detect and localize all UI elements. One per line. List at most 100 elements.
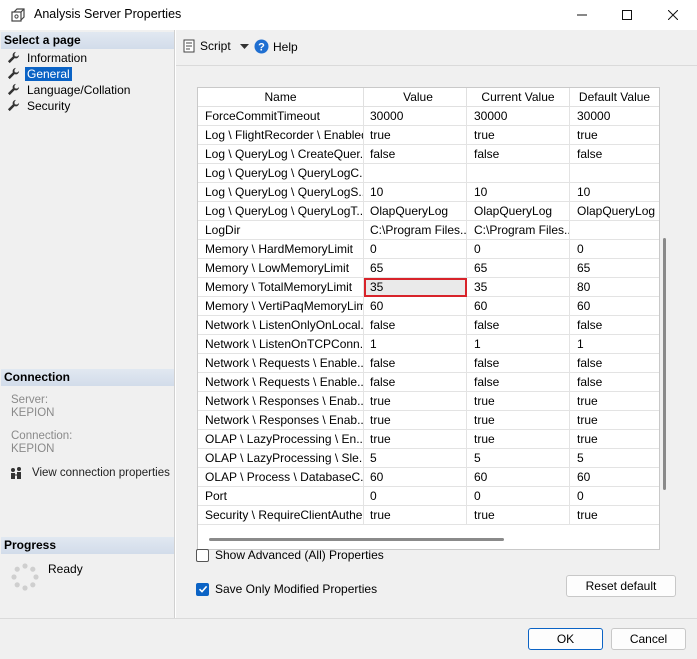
table-row[interactable]: OLAP \ Process \ DatabaseC... 60 60 60 (198, 468, 659, 487)
table-row[interactable]: OLAP \ LazyProcessing \ Sle... 5 5 5 (198, 449, 659, 468)
table-row[interactable]: Memory \ HardMemoryLimit 0 0 0 (198, 240, 659, 259)
horizontal-scroll-thumb[interactable] (209, 538, 504, 541)
cell-name: OLAP \ Process \ DatabaseC... (198, 468, 364, 487)
cell-value[interactable]: 35 (364, 278, 467, 297)
cell-value[interactable] (364, 164, 467, 183)
table-row[interactable]: Log \ QueryLog \ QueryLogS... 10 10 10 (198, 183, 659, 202)
column-header-current-value[interactable]: Current Value (467, 88, 570, 107)
show-advanced-option[interactable]: Show Advanced (All) Properties (196, 548, 384, 562)
cancel-button[interactable]: Cancel (611, 628, 686, 650)
table-row[interactable]: Network \ Responses \ Enab... true true tru… (198, 411, 659, 430)
cell-default-value: 0 (570, 240, 659, 259)
cell-name: Log \ FlightRecorder \ Enabled (198, 126, 364, 145)
column-header-name[interactable]: Name (198, 88, 364, 107)
save-only-modified-checkbox[interactable] (196, 582, 209, 596)
cell-name: Memory \ VertiPaqMemoryLimit (198, 297, 364, 316)
maximize-button[interactable] (604, 0, 650, 30)
cell-value[interactable]: false (364, 373, 467, 392)
cell-value[interactable]: 65 (364, 259, 467, 278)
cell-current-value: C:\Program Files... (467, 221, 570, 240)
help-icon: ? (254, 39, 269, 54)
cell-current-value: false (467, 316, 570, 335)
sidebar-item-language-collation[interactable]: Language/Collation (7, 82, 132, 97)
title-bar: Analysis Server Properties (0, 0, 697, 30)
cell-name: Log \ QueryLog \ QueryLogT... (198, 202, 364, 221)
script-button[interactable]: Script (182, 39, 249, 53)
show-advanced-checkbox[interactable] (196, 548, 209, 562)
table-row[interactable]: ForceCommitTimeout 30000 30000 30000 (198, 107, 659, 126)
view-connection-properties-link[interactable]: View connection properties (10, 466, 170, 480)
table-row[interactable]: Network \ ListenOnTCPConn... 1 1 1 (198, 335, 659, 354)
help-button[interactable]: ? Help (254, 39, 298, 54)
cell-value[interactable]: C:\Program Files... (364, 221, 467, 240)
sidebar-item-general[interactable]: General (7, 66, 72, 81)
cell-name: Network \ Requests \ Enable... (198, 373, 364, 392)
ok-button[interactable]: OK (528, 628, 603, 650)
cell-name: ForceCommitTimeout (198, 107, 364, 126)
cell-value[interactable]: false (364, 316, 467, 335)
view-connection-label: View connection properties (32, 467, 170, 479)
close-button[interactable] (650, 0, 696, 30)
properties-grid[interactable]: Name Value Current Value Default Value F… (197, 87, 660, 550)
script-icon (183, 39, 195, 53)
table-row[interactable]: Network \ Requests \ Enable... false false… (198, 373, 659, 392)
cell-value[interactable]: 30000 (364, 107, 467, 126)
cell-value[interactable]: true (364, 392, 467, 411)
table-row[interactable]: Memory \ VertiPaqMemoryLimit 60 60 60 (198, 297, 659, 316)
cell-value[interactable]: 60 (364, 468, 467, 487)
cell-value[interactable]: 5 (364, 449, 467, 468)
cell-value[interactable]: true (364, 430, 467, 449)
table-row[interactable]: Memory \ LowMemoryLimit 65 65 65 (198, 259, 659, 278)
svg-text:?: ? (258, 41, 265, 53)
table-row[interactable]: OLAP \ LazyProcessing \ En... true true tru… (198, 430, 659, 449)
table-row[interactable]: LogDir C:\Program Files... C:\Program File… (198, 221, 659, 240)
cell-value[interactable]: 10 (364, 183, 467, 202)
vertical-scroll-thumb[interactable] (663, 238, 666, 490)
column-header-value[interactable]: Value (364, 88, 467, 107)
sidebar-item-security[interactable]: Security (7, 98, 72, 113)
cell-default-value: 60 (570, 297, 659, 316)
cell-value[interactable]: true (364, 411, 467, 430)
table-row[interactable]: Log \ QueryLog \ CreateQuer... false false… (198, 145, 659, 164)
cell-value[interactable]: false (364, 145, 467, 164)
wrench-icon (7, 67, 20, 80)
table-row[interactable]: Memory \ TotalMemoryLimit 35 35 80 (198, 278, 659, 297)
cell-name: Network \ ListenOnTCPConn... (198, 335, 364, 354)
horizontal-scrollbar[interactable] (198, 531, 659, 549)
table-row[interactable]: Security \ RequireClientAuthe... true true… (198, 506, 659, 525)
chevron-down-icon[interactable] (239, 42, 249, 51)
table-row[interactable]: Port 0 0 0 (198, 487, 659, 506)
cell-value[interactable]: 1 (364, 335, 467, 354)
cell-value[interactable]: false (364, 354, 467, 373)
table-row[interactable]: Log \ QueryLog \ QueryLogT... OlapQueryLo… (198, 202, 659, 221)
cell-name: Network \ ListenOnlyOnLocal... (198, 316, 364, 335)
cell-default-value (570, 221, 659, 240)
cell-default-value: 80 (570, 278, 659, 297)
column-header-default-value[interactable]: Default Value (570, 88, 659, 107)
table-row[interactable]: Log \ QueryLog \ QueryLogC... (198, 164, 659, 183)
minimize-button[interactable] (559, 0, 605, 30)
progress-spinner-icon (11, 563, 39, 591)
cell-value[interactable]: 0 (364, 487, 467, 506)
vertical-scrollbar[interactable] (662, 238, 668, 490)
table-row[interactable]: Network \ Requests \ Enable... false false… (198, 354, 659, 373)
progress-header: Progress (1, 537, 174, 554)
cell-value[interactable]: OlapQueryLog (364, 202, 467, 221)
reset-default-button[interactable]: Reset default (566, 575, 676, 597)
cell-current-value: true (467, 430, 570, 449)
cell-default-value: true (570, 411, 659, 430)
maximize-icon (622, 10, 632, 20)
table-row[interactable]: Network \ Responses \ Enab... true true tru… (198, 392, 659, 411)
table-row[interactable]: Network \ ListenOnlyOnLocal... false false… (198, 316, 659, 335)
grid-header: Name Value Current Value Default Value (198, 88, 659, 107)
wrench-icon (7, 51, 20, 64)
cell-value[interactable]: 0 (364, 240, 467, 259)
sidebar-item-information[interactable]: Information (7, 50, 89, 65)
cell-value[interactable]: 60 (364, 297, 467, 316)
save-only-modified-option[interactable]: Save Only Modified Properties (196, 582, 377, 596)
cell-value[interactable]: true (364, 506, 467, 525)
cell-name: Log \ QueryLog \ QueryLogS... (198, 183, 364, 202)
cell-value[interactable]: true (364, 126, 467, 145)
table-row[interactable]: Log \ FlightRecorder \ Enabled true true tr… (198, 126, 659, 145)
cell-current-value: 0 (467, 487, 570, 506)
